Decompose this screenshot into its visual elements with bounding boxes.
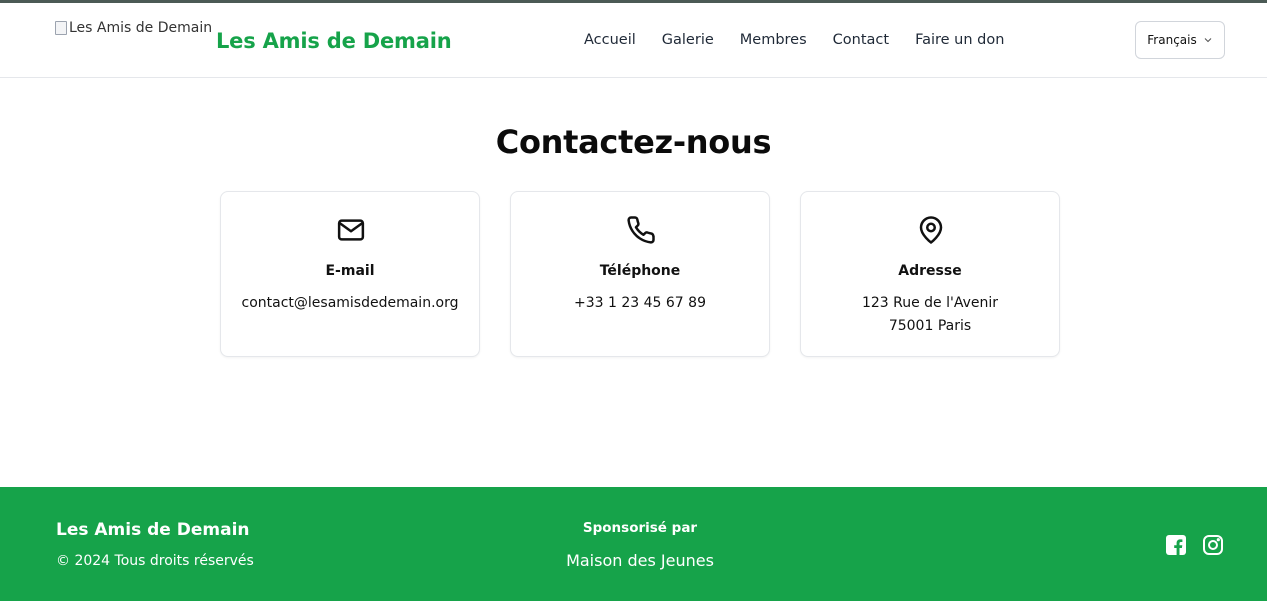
page-title: Contactez-nous bbox=[495, 123, 772, 161]
email-value[interactable]: contact@lesamisdedemain.org bbox=[221, 292, 479, 315]
contact-card-address: Adresse 123 Rue de l'Avenir 75001 Paris bbox=[800, 191, 1060, 357]
instagram-icon[interactable] bbox=[1201, 533, 1225, 557]
site-brand[interactable]: Les Amis de Demain bbox=[216, 29, 452, 53]
map-pin-icon bbox=[915, 214, 947, 246]
site-footer: Les Amis de Demain © 2024 Tous droits ré… bbox=[0, 487, 1267, 601]
language-select[interactable]: Français bbox=[1135, 21, 1225, 59]
nav-link-faire-un-don[interactable]: Faire un don bbox=[915, 32, 1004, 48]
logo-alt-text: Les Amis de Demain bbox=[69, 20, 213, 36]
address-value: 123 Rue de l'Avenir 75001 Paris bbox=[801, 292, 1059, 338]
chevron-down-icon bbox=[1204, 38, 1212, 43]
phone-value[interactable]: +33 1 23 45 67 89 bbox=[511, 292, 769, 315]
footer-brand: Les Amis de Demain bbox=[56, 520, 250, 540]
logo-image[interactable]: Les Amis de Demain bbox=[55, 20, 212, 36]
nav-link-membres[interactable]: Membres bbox=[740, 32, 807, 48]
sponsor-label: Sponsorisé par bbox=[582, 520, 698, 536]
sponsor-name[interactable]: Maison des Jeunes bbox=[540, 551, 740, 570]
card-label: Adresse bbox=[898, 263, 962, 279]
email-line[interactable]: contact@lesamisdedemain.org bbox=[221, 292, 479, 315]
main-nav: Accueil Galerie Membres Contact Faire un… bbox=[584, 32, 1004, 48]
nav-link-galerie[interactable]: Galerie bbox=[662, 32, 714, 48]
facebook-icon[interactable] bbox=[1164, 533, 1188, 557]
language-select-value: Français bbox=[1147, 33, 1197, 47]
footer-copyright: © 2024 Tous droits réservés bbox=[56, 553, 254, 569]
site-header: Les Amis de Demain Les Amis de Demain Ac… bbox=[0, 3, 1267, 78]
phone-icon bbox=[625, 214, 657, 246]
address-line-2: 75001 Paris bbox=[888, 318, 972, 334]
contact-card-phone: Téléphone +33 1 23 45 67 89 bbox=[510, 191, 770, 357]
broken-image-icon bbox=[55, 21, 67, 35]
address-line-1: 123 Rue de l'Avenir bbox=[861, 295, 999, 311]
phone-line[interactable]: +33 1 23 45 67 89 bbox=[511, 292, 769, 315]
mail-icon bbox=[335, 214, 367, 246]
nav-link-accueil[interactable]: Accueil bbox=[584, 32, 636, 48]
card-label: E-mail bbox=[325, 263, 375, 279]
card-label: Téléphone bbox=[599, 263, 681, 279]
contact-card-email: E-mail contact@lesamisdedemain.org bbox=[220, 191, 480, 357]
nav-link-contact[interactable]: Contact bbox=[833, 32, 889, 48]
